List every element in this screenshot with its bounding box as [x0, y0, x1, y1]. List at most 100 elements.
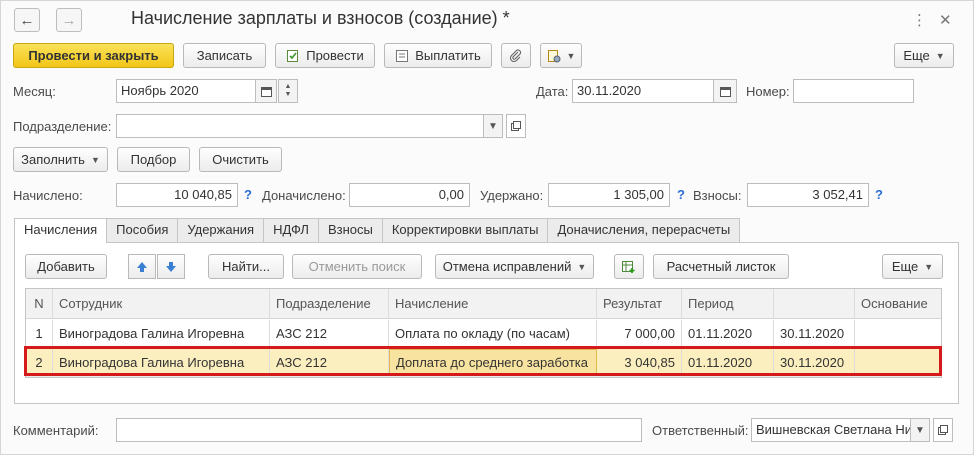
date-label: Дата: — [536, 84, 569, 99]
calendar-icon — [719, 86, 731, 97]
month-field[interactable]: Ноябрь 2020 — [116, 79, 256, 103]
open-window-icon — [511, 121, 521, 131]
tab-bar: Начисления Пособия Удержания НДФЛ Взносы… — [14, 218, 741, 243]
save-button[interactable]: Записать — [183, 43, 266, 68]
comment-field[interactable] — [116, 418, 642, 442]
cell-department[interactable]: АЗС 212 — [270, 349, 389, 376]
contributions-label: Взносы: — [693, 188, 742, 203]
cell-department[interactable]: АЗС 212 — [270, 320, 389, 347]
department-dropdown-button[interactable]: ▼ — [483, 114, 503, 138]
cell-basis[interactable] — [855, 320, 941, 347]
payslip-button[interactable]: Расчетный листок — [653, 254, 789, 279]
column-header-result[interactable]: Результат — [597, 289, 682, 318]
cell-basis[interactable] — [855, 349, 941, 376]
add-from-list-button[interactable] — [614, 254, 644, 279]
help-icon[interactable]: ? — [677, 187, 685, 202]
comment-label: Комментарий: — [13, 423, 99, 438]
cancel-corrections-button[interactable]: Отмена исправлений ▼ — [435, 254, 594, 279]
column-header-n[interactable]: N — [26, 289, 53, 318]
responsible-open-button[interactable] — [933, 418, 953, 442]
cell-accrual[interactable]: Доплата до среднего заработка — [389, 349, 597, 376]
column-header-basis[interactable]: Основание — [855, 289, 941, 318]
table-row-selected[interactable]: 2 Виноградова Галина Игоревна АЗС 212 До… — [26, 349, 941, 377]
responsible-label: Ответственный: — [652, 423, 749, 438]
tab-accruals[interactable]: Начисления — [14, 218, 108, 243]
find-button[interactable]: Найти... — [208, 254, 284, 279]
post-document-icon — [286, 49, 300, 63]
cell-employee[interactable]: Виноградова Галина Игоревна — [53, 349, 270, 376]
responsible-dropdown-button[interactable]: ▼ — [910, 418, 930, 442]
table-header: N Сотрудник Подразделение Начисление Рез… — [26, 289, 941, 319]
attach-button[interactable] — [501, 43, 531, 68]
cell-n[interactable]: 1 — [26, 320, 53, 347]
cancel-search-button[interactable]: Отменить поиск — [292, 254, 422, 279]
cell-employee[interactable]: Виноградова Галина Игоревна — [53, 320, 270, 347]
cell-n[interactable]: 2 — [26, 349, 53, 376]
payment-document-icon — [395, 49, 409, 63]
chevron-down-icon: ▼ — [90, 154, 100, 165]
create-based-on-button[interactable]: ▼ — [540, 43, 582, 68]
cell-period-start[interactable]: 01.11.2020 — [682, 320, 774, 347]
date-calendar-button[interactable] — [713, 79, 737, 103]
department-open-button[interactable] — [506, 114, 526, 138]
arrow-down-icon — [165, 261, 177, 273]
add-row-button[interactable]: Добавить — [25, 254, 107, 279]
post-and-close-button[interactable]: Провести и закрыть — [13, 43, 174, 68]
window-title: Начисление зарплаты и взносов (создание)… — [131, 8, 510, 28]
table-row[interactable]: 1 Виноградова Галина Игоревна АЗС 212 Оп… — [26, 320, 941, 348]
cell-period-end[interactable]: 30.11.2020 — [774, 349, 855, 376]
select-button[interactable]: Подбор — [117, 147, 190, 172]
cell-period-start[interactable]: 01.11.2020 — [682, 349, 774, 376]
clear-button[interactable]: Очистить — [199, 147, 282, 172]
close-icon[interactable]: ✕ — [939, 11, 952, 29]
calendar-button[interactable] — [255, 79, 277, 103]
column-header-period-end[interactable] — [774, 289, 855, 318]
department-field[interactable] — [116, 114, 484, 138]
month-stepper[interactable]: ▲ ▼ — [278, 79, 298, 103]
contributions-field: 3 052,41 — [747, 183, 869, 207]
number-field[interactable] — [793, 79, 914, 103]
chevron-down-icon[interactable]: ▼ — [285, 91, 292, 99]
responsible-field[interactable]: Вишневская Светлана Ни — [751, 418, 911, 442]
chevron-up-icon[interactable]: ▲ — [285, 83, 292, 91]
cell-result[interactable]: 7 000,00 — [597, 320, 682, 347]
arrow-up-icon — [136, 261, 148, 273]
tab-recalculations[interactable]: Доначисления, перерасчеты — [547, 218, 741, 242]
column-header-department[interactable]: Подразделение — [270, 289, 389, 318]
move-up-button[interactable] — [128, 254, 156, 279]
tab-contributions[interactable]: Взносы — [317, 218, 383, 242]
move-down-button[interactable] — [157, 254, 185, 279]
tab-ndfl[interactable]: НДФЛ — [263, 218, 319, 242]
column-header-accrual[interactable]: Начисление — [389, 289, 597, 318]
column-header-period[interactable]: Период — [682, 289, 774, 318]
help-icon[interactable]: ? — [244, 187, 252, 202]
chevron-down-icon: ▼ — [488, 120, 498, 132]
date-field[interactable]: 30.11.2020 — [572, 79, 714, 103]
withheld-field: 1 305,00 — [548, 183, 670, 207]
chevron-down-icon: ▼ — [566, 50, 576, 61]
tab-deductions[interactable]: Удержания — [177, 218, 265, 242]
number-label: Номер: — [746, 84, 790, 99]
menu-dots-icon[interactable]: ⋮ — [912, 11, 927, 29]
accruals-table: N Сотрудник Подразделение Начисление Рез… — [25, 288, 942, 378]
fill-button[interactable]: Заполнить ▼ — [13, 147, 108, 172]
chevron-down-icon: ▼ — [935, 50, 945, 61]
tab-benefits[interactable]: Пособия — [106, 218, 179, 242]
table-more-button[interactable]: Еще ▼ — [882, 254, 943, 279]
calendar-icon — [260, 86, 272, 97]
arrow-left-icon: ← — [19, 11, 35, 29]
more-button[interactable]: Еще ▼ — [894, 43, 954, 68]
open-window-icon — [938, 425, 948, 435]
cell-result[interactable]: 3 040,85 — [597, 349, 682, 376]
post-button[interactable]: Провести — [275, 43, 375, 68]
cell-period-end[interactable]: 30.11.2020 — [774, 320, 855, 347]
cell-accrual[interactable]: Оплата по окладу (по часам) — [389, 320, 597, 347]
tab-payment-corrections[interactable]: Корректировки выплаты — [381, 218, 549, 242]
back-button[interactable]: ← — [14, 8, 40, 32]
forward-button[interactable]: → — [56, 8, 82, 32]
arrow-right-icon: → — [61, 11, 77, 29]
pay-button[interactable]: Выплатить — [384, 43, 492, 68]
column-header-employee[interactable]: Сотрудник — [53, 289, 270, 318]
document-gear-icon — [547, 49, 561, 63]
help-icon[interactable]: ? — [875, 187, 883, 202]
